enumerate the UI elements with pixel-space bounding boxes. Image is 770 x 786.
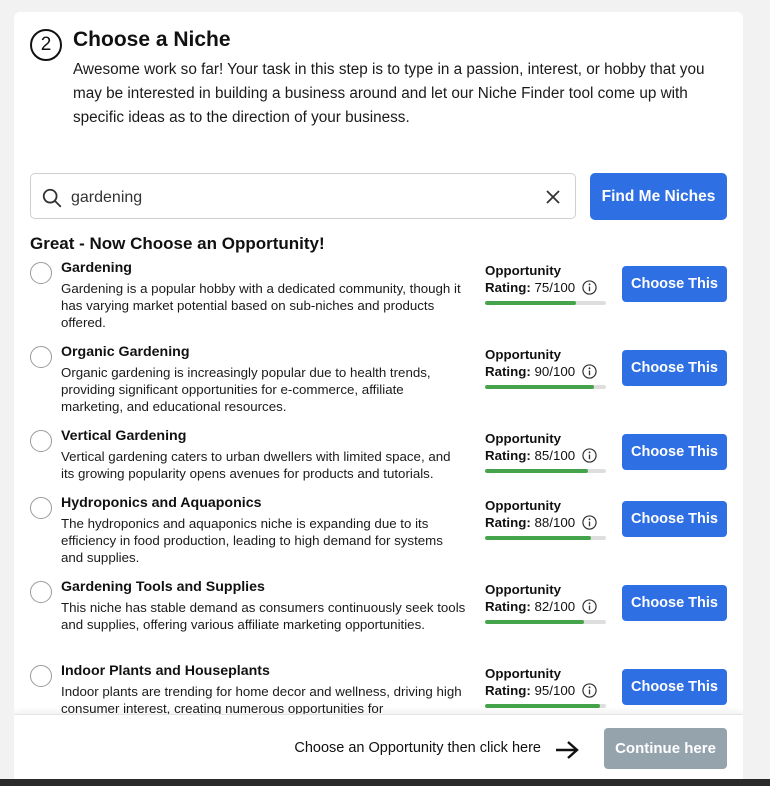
rating-progress-fill bbox=[485, 536, 592, 540]
rating-value: 88/100 bbox=[534, 515, 576, 530]
info-icon[interactable] bbox=[582, 515, 597, 530]
opportunity-label: Opportunity bbox=[485, 347, 562, 362]
opportunity-row: Vertical Gardening Vertical gardening ca… bbox=[30, 428, 743, 495]
rating-label: Rating: bbox=[485, 448, 531, 463]
rating-value: 75/100 bbox=[534, 280, 576, 295]
rating-label: Rating: bbox=[485, 683, 531, 698]
rating-progress-bar bbox=[485, 301, 606, 305]
opportunity-title: Indoor Plants and Houseplants bbox=[61, 663, 270, 679]
opportunity-rating: Opportunity Rating: 88/100 bbox=[485, 497, 597, 531]
choose-this-button[interactable]: Choose This bbox=[622, 669, 727, 705]
opportunity-title: Gardening Tools and Supplies bbox=[61, 579, 265, 595]
choose-this-button[interactable]: Choose This bbox=[622, 434, 727, 470]
opportunity-rating: Opportunity Rating: 75/100 bbox=[485, 262, 597, 296]
opportunity-label: Opportunity bbox=[485, 582, 562, 597]
opportunity-label: Opportunity bbox=[485, 263, 562, 278]
info-icon[interactable] bbox=[582, 280, 597, 295]
search-input[interactable] bbox=[69, 184, 533, 212]
opportunity-radio[interactable] bbox=[30, 497, 52, 519]
search-icon bbox=[42, 188, 62, 208]
rating-label: Rating: bbox=[485, 280, 531, 295]
opportunity-row: Gardening Gardening is a popular hobby w… bbox=[30, 260, 743, 344]
opportunity-label: Opportunity bbox=[485, 498, 562, 513]
choose-this-button[interactable]: Choose This bbox=[622, 501, 727, 537]
rating-progress-fill bbox=[485, 704, 600, 708]
opportunity-radio[interactable] bbox=[30, 346, 52, 368]
choose-this-button[interactable]: Choose This bbox=[622, 350, 727, 386]
rating-progress-fill bbox=[485, 620, 585, 624]
info-icon[interactable] bbox=[582, 448, 597, 463]
opportunity-title: Organic Gardening bbox=[61, 344, 190, 360]
choose-this-button[interactable]: Choose This bbox=[622, 266, 727, 302]
rating-value: 85/100 bbox=[534, 448, 576, 463]
rating-label: Rating: bbox=[485, 515, 531, 530]
info-icon[interactable] bbox=[582, 364, 597, 379]
rating-value: 95/100 bbox=[534, 683, 576, 698]
choose-this-button[interactable]: Choose This bbox=[622, 585, 727, 621]
rating-progress-bar bbox=[485, 704, 606, 708]
opportunity-rating: Opportunity Rating: 95/100 bbox=[485, 665, 597, 699]
opportunity-title: Hydroponics and Aquaponics bbox=[61, 495, 262, 511]
opportunity-description: The hydroponics and aquaponics niche is … bbox=[61, 516, 443, 565]
info-icon[interactable] bbox=[582, 683, 597, 698]
rating-progress-fill bbox=[485, 469, 588, 473]
opportunity-radio[interactable] bbox=[30, 262, 52, 284]
rating-progress-fill bbox=[485, 301, 576, 305]
opportunity-title: Vertical Gardening bbox=[61, 428, 187, 444]
opportunity-rating: Opportunity Rating: 85/100 bbox=[485, 430, 597, 464]
rating-progress-bar bbox=[485, 536, 606, 540]
footer-bar: Choose an Opportunity then click here Co… bbox=[14, 714, 743, 786]
info-icon[interactable] bbox=[582, 599, 597, 614]
step-title: Choose a Niche bbox=[73, 28, 231, 51]
opportunity-description: Indoor plants are trending for home deco… bbox=[61, 684, 462, 716]
rating-value: 90/100 bbox=[534, 364, 576, 379]
opportunity-radio[interactable] bbox=[30, 665, 52, 687]
search-box bbox=[30, 173, 576, 219]
opportunity-radio[interactable] bbox=[30, 430, 52, 452]
opportunity-label: Opportunity bbox=[485, 666, 562, 681]
continue-button[interactable]: Continue here bbox=[604, 728, 727, 769]
rating-label: Rating: bbox=[485, 599, 531, 614]
opportunity-row: Gardening Tools and Supplies This niche … bbox=[30, 579, 743, 663]
section-heading: Great - Now Choose an Opportunity! bbox=[30, 234, 325, 253]
rating-progress-fill bbox=[485, 385, 594, 389]
step-description: Awesome work so far! Your task in this s… bbox=[73, 61, 705, 126]
opportunity-description: Gardening is a popular hobby with a dedi… bbox=[61, 281, 461, 330]
arrow-right-icon bbox=[556, 741, 579, 759]
opportunity-rating: Opportunity Rating: 82/100 bbox=[485, 581, 597, 615]
bottom-edge-strip bbox=[0, 779, 770, 786]
opportunity-description: This niche has stable demand as consumer… bbox=[61, 600, 466, 632]
opportunity-list: Gardening Gardening is a popular hobby w… bbox=[30, 260, 743, 747]
opportunity-description: Organic gardening is increasingly popula… bbox=[61, 365, 431, 414]
opportunity-rating: Opportunity Rating: 90/100 bbox=[485, 346, 597, 380]
opportunity-radio[interactable] bbox=[30, 581, 52, 603]
rating-progress-bar bbox=[485, 385, 606, 389]
find-niches-button[interactable]: Find Me Niches bbox=[590, 173, 727, 220]
step-number-badge: 2 bbox=[30, 29, 62, 61]
rating-label: Rating: bbox=[485, 364, 531, 379]
niche-step-card: 2 Choose a Niche Awesome work so far! Yo… bbox=[14, 12, 743, 786]
rating-progress-bar bbox=[485, 620, 606, 624]
opportunity-title: Gardening bbox=[61, 260, 132, 276]
rating-value: 82/100 bbox=[534, 599, 576, 614]
opportunity-row: Organic Gardening Organic gardening is i… bbox=[30, 344, 743, 428]
opportunity-description: Vertical gardening caters to urban dwell… bbox=[61, 449, 451, 481]
rating-progress-bar bbox=[485, 469, 606, 473]
opportunity-row: Hydroponics and Aquaponics The hydroponi… bbox=[30, 495, 743, 579]
footer-instruction: Choose an Opportunity then click here bbox=[294, 740, 541, 756]
opportunity-label: Opportunity bbox=[485, 431, 562, 446]
close-icon[interactable] bbox=[545, 189, 561, 205]
